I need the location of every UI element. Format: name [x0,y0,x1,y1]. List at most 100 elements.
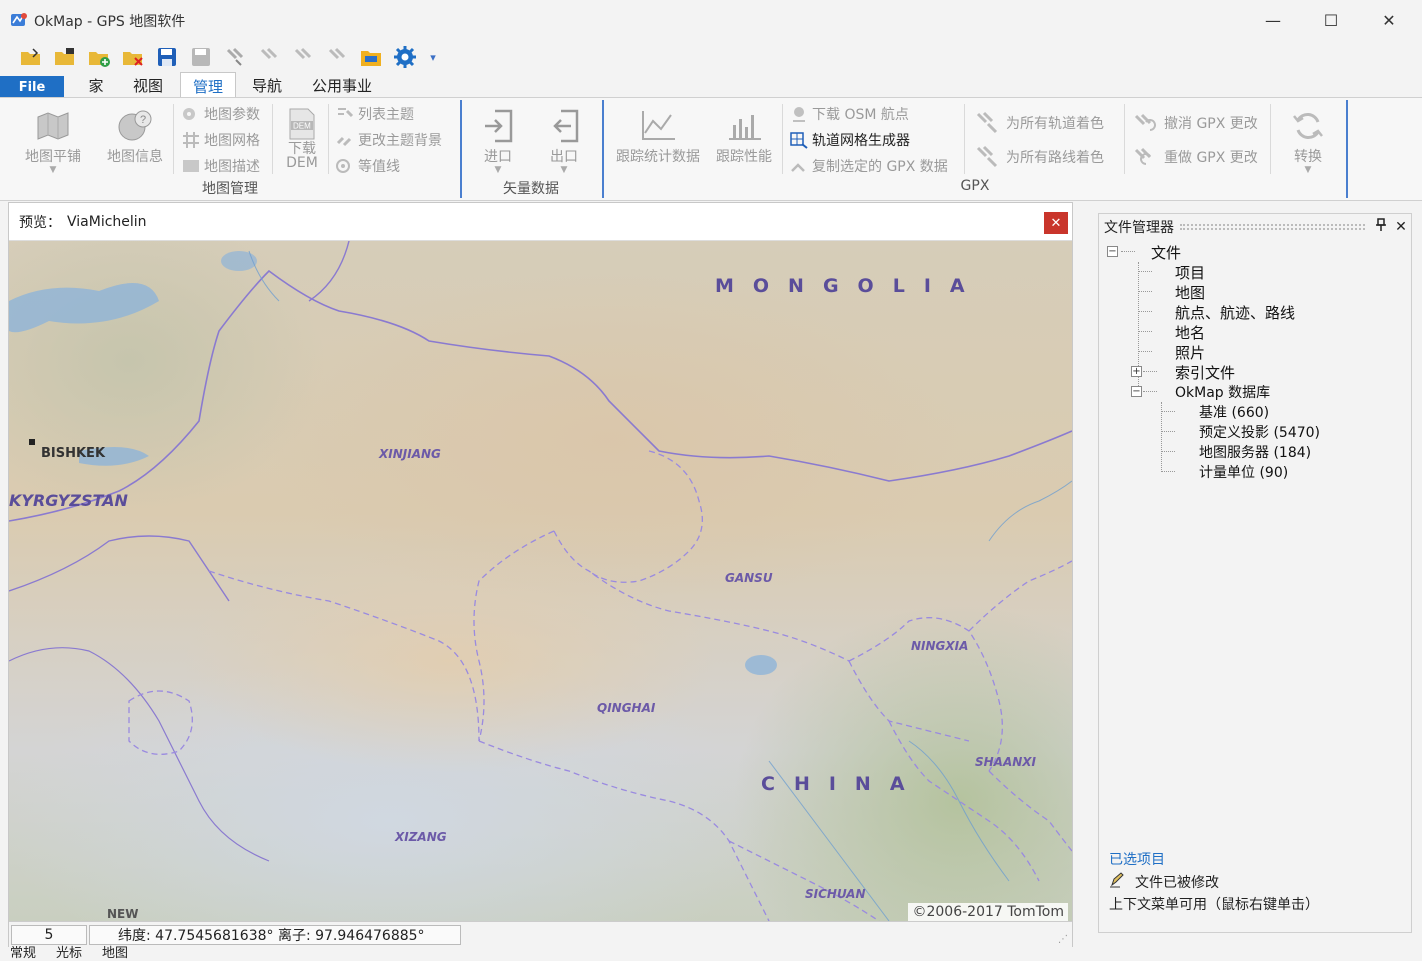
map-tile-button[interactable]: 地图平铺 ▼ [20,106,86,175]
map-canvas[interactable]: MONGOLIA CHINA BISHKEK KYRGYZSTAN XINJIA… [9,241,1072,921]
tree-item-maps[interactable]: 地图 [1175,282,1205,303]
preview-close-button[interactable]: ✕ [1044,212,1068,234]
tree-item-projections[interactable]: 预定义投影 (5470) [1199,422,1320,442]
tree-item-waypoints[interactable]: 航点、航迹、路线 [1175,302,1295,323]
map-label-xinjiang: XINJIANG [379,447,441,461]
color-routes-button[interactable]: 为所有路线着色 [972,144,1104,170]
map-label-mongolia: MONGOLIA [715,275,984,297]
customize-toolbar-button[interactable]: ▾ [422,42,444,72]
bottom-tab-map[interactable]: 地图 [92,946,138,961]
tree-root-files[interactable]: 文件 [1151,242,1181,263]
add-folder-icon[interactable] [82,42,116,72]
import-disabled-icon[interactable] [320,42,354,72]
collapse-toggle[interactable]: − [1131,386,1142,397]
track-stats-button[interactable]: 跟踪统计数据 [612,106,704,166]
svg-text:?: ? [140,114,146,126]
change-theme-bg-button[interactable]: 更改主题背景 [334,128,442,152]
map-desc-button[interactable]: 地图描述 [180,154,260,178]
tree-item-map-servers[interactable]: 地图服务器 (184) [1199,442,1311,462]
close-folder-icon[interactable] [116,42,150,72]
file-modified-text: 文件已被修改 [1135,875,1219,891]
close-icon[interactable]: ✕ [1391,219,1411,235]
bottom-tab-cursor[interactable]: 光标 [46,946,92,961]
tree-item-placenames[interactable]: 地名 [1175,322,1205,343]
track-grid-button[interactable]: 轨道网格生成器 [788,128,910,152]
tab-view[interactable]: 视图 [124,72,172,98]
folder-icon[interactable] [354,42,388,72]
ribbon-tabs: File 家 视图 管理 导航 公用事业 [0,72,1422,99]
map-label-gansu: GANSU [725,571,773,585]
map-preview-window: 预览： ViaMichelin ✕ MONGOLIA CHINA BISHKEK… [8,202,1073,947]
capital-marker-icon [29,439,35,445]
contour-icon [334,156,356,176]
pin-icon[interactable] [1371,218,1391,236]
close-button[interactable]: ✕ [1360,0,1418,40]
change-theme-icon [334,130,356,150]
collapse-toggle[interactable]: − [1107,246,1118,257]
tree-item-projects[interactable]: 项目 [1175,262,1205,283]
undo-gpx-button[interactable]: 撤消 GPX 更改 [1130,110,1258,136]
map-tile-icon [33,106,73,146]
list-theme-button[interactable]: 列表主题 [334,102,414,126]
map-desc-icon [180,156,202,176]
tree-item-photos[interactable]: 照片 [1175,342,1205,363]
contour-button[interactable]: 等值线 [334,154,400,178]
export-icon [544,106,584,146]
pencil-icon [1109,872,1131,892]
file-manager-footer: 已选项目 文件已被修改 上下文菜单可用（鼠标右键单击） [1109,849,1319,914]
save-disabled-icon[interactable] [184,42,218,72]
open-folder-icon[interactable] [48,42,82,72]
tab-utilities[interactable]: 公用事业 [304,72,380,98]
map-label-xizang: XIZANG [395,830,447,844]
map-label-sichuan: SICHUAN [805,887,866,901]
upload-disabled-icon[interactable] [252,42,286,72]
copy-gpx-button[interactable]: 复制选定的 GPX 数据 [788,154,948,178]
settings-icon[interactable] [388,42,422,72]
map-params-button[interactable]: 地图参数 [180,102,260,126]
map-grid-button[interactable]: 地图网格 [180,128,260,152]
color-routes-icon [972,145,1004,168]
expand-toggle[interactable]: + [1131,366,1142,377]
tab-navigate[interactable]: 导航 [242,72,292,98]
tab-file[interactable]: File [0,76,64,98]
track-perf-button[interactable]: 跟踪性能 [712,106,776,166]
zoom-level: 5 [11,924,87,945]
download-dem-button[interactable]: DEM 下载 DEM [280,106,324,170]
save-icon[interactable] [150,42,184,72]
color-tracks-button[interactable]: 为所有轨道着色 [972,110,1104,136]
group-label-gpx: GPX [960,178,990,194]
quick-access-toolbar: ▾ [14,42,444,72]
minimize-button[interactable]: — [1244,0,1302,40]
export-disabled-icon[interactable] [286,42,320,72]
import-button[interactable]: 进口 ▼ [476,106,520,175]
map-copyright: ©2006-2017 TomTom [908,903,1068,921]
preview-status-bar: 5 纬度: 47.7545681638° 离子: 97.946476885° ⋰ [9,921,1072,947]
convert-button[interactable]: 转换 ▼ [1280,106,1336,175]
map-label-kyrgyzstan: KYRGYZSTAN [9,491,128,510]
import-icon [478,106,518,146]
download-osm-button[interactable]: 下载 OSM 航点 [788,102,909,126]
tree-item-units[interactable]: 计量单位 (90) [1199,462,1288,482]
selected-project-link[interactable]: 已选项目 [1109,849,1319,869]
map-info-button[interactable]: ? 地图信息 [100,106,170,166]
tab-home[interactable]: 家 [74,72,118,98]
redo-icon [1130,147,1162,167]
redo-gpx-button[interactable]: 重做 GPX 更改 [1130,144,1258,170]
map-borders [9,241,1072,921]
tree-item-datum[interactable]: 基准 (660) [1199,402,1269,422]
tab-manage[interactable]: 管理 [180,72,236,99]
open-folder-icon[interactable] [14,42,48,72]
export-button[interactable]: 出口 ▼ [542,106,586,175]
chevron-down-icon: ▼ [49,165,57,175]
title-bar: OkMap - GPS 地图软件 — ☐ ✕ [0,0,1422,40]
maximize-button[interactable]: ☐ [1302,0,1360,40]
tree-item-okmap-db[interactable]: OkMap 数据库 [1175,382,1270,402]
bottom-tab-general[interactable]: 常规 [0,946,46,961]
chevron-down-icon: ▼ [494,165,502,175]
download-disabled-icon[interactable] [218,42,252,72]
bar-chart-icon [724,106,764,146]
color-tracks-icon [972,111,1004,134]
resize-grip-icon[interactable]: ⋰ [1058,934,1068,945]
convert-icon [1288,106,1328,146]
tree-item-index-files[interactable]: 索引文件 [1175,362,1235,383]
